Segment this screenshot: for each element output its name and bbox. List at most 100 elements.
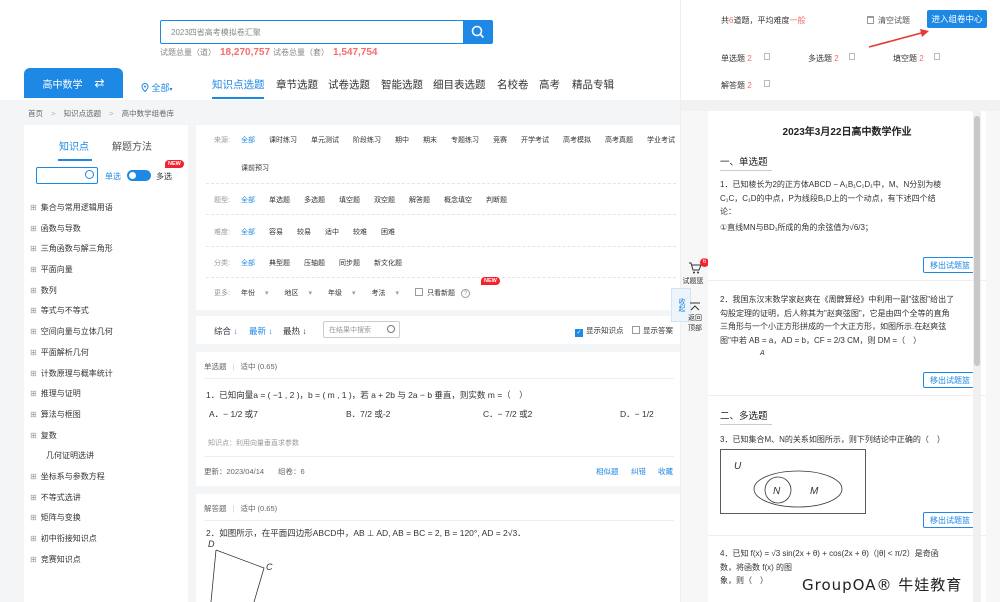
tree-item[interactable]: ⊞ 平面解析几何 — [30, 347, 113, 368]
filter-option-type[interactable]: 多选题 — [304, 195, 325, 205]
show-knowledge-checkbox[interactable]: ✓ 显示知识点 — [575, 325, 624, 337]
filter-option-category[interactable]: 典型题 — [269, 258, 290, 268]
tree-item[interactable]: ⊞ 三角函数与解三角形 — [30, 243, 113, 264]
favorite-link[interactable]: 收藏 — [658, 466, 673, 477]
select-mode-toggle[interactable] — [127, 170, 151, 181]
filter-dropdown[interactable]: 年级 — [328, 288, 342, 298]
filter-option-type[interactable]: 解答题 — [409, 195, 430, 205]
expand-plus-icon[interactable]: ⊞ — [30, 327, 37, 336]
filter-option-type[interactable]: 全部 — [241, 195, 255, 205]
new-only-checkbox[interactable]: 只看新题 — [415, 288, 455, 298]
assemble-center-button[interactable]: 进入组卷中心 — [927, 10, 987, 28]
filter-option-source[interactable]: 课时练习 — [269, 135, 297, 145]
filter-dropdown[interactable]: 考法 — [372, 288, 386, 298]
nav-paper[interactable]: 试卷选题 — [328, 77, 370, 92]
back-to-top-button[interactable]: 返回顶部 — [686, 302, 704, 334]
filter-option-difficulty[interactable]: 较易 — [297, 227, 311, 237]
search-input[interactable]: 2023四省高考模拟卷汇聚 — [160, 20, 463, 44]
filter-option-source[interactable]: 期中 — [395, 135, 409, 145]
tree-item[interactable]: ⊞ 空间向量与立体几何 — [30, 326, 113, 347]
expand-plus-icon[interactable]: ⊞ — [30, 513, 37, 522]
nav-chapter[interactable]: 章节选题 — [276, 77, 318, 92]
tree-item[interactable]: ⊞ 不等式选讲 — [30, 492, 113, 513]
tab-method[interactable]: 解题方法 — [112, 138, 152, 153]
sort-composite[interactable]: 综合 ↓ — [214, 325, 238, 337]
filter-option-difficulty[interactable]: 适中 — [325, 227, 339, 237]
expand-plus-icon[interactable]: ⊞ — [30, 534, 37, 543]
tree-item[interactable]: 几何证明选讲 — [30, 450, 113, 471]
filter-option-difficulty[interactable]: 困难 — [381, 227, 395, 237]
filter-option-type[interactable]: 双空题 — [374, 195, 395, 205]
nav-knowledge[interactable]: 知识点选题 — [212, 77, 265, 92]
scrollbar[interactable] — [973, 111, 981, 602]
filter-option-category[interactable]: 全部 — [241, 258, 255, 268]
filter-option-source[interactable]: 学业考试 — [647, 135, 675, 145]
tree-item[interactable]: ⊞ 算法与框图 — [30, 409, 113, 430]
tree-item[interactable]: ⊞ 初中衔接知识点 — [30, 533, 113, 554]
filter-option-source[interactable]: 单元测试 — [311, 135, 339, 145]
expand-plus-icon[interactable]: ⊞ — [30, 224, 37, 233]
filter-option-difficulty[interactable]: 容易 — [269, 227, 283, 237]
filter-option-source[interactable]: 高考真题 — [605, 135, 633, 145]
filter-option-type[interactable]: 单选题 — [269, 195, 290, 205]
expand-plus-icon[interactable]: ⊞ — [30, 348, 37, 357]
location-select[interactable]: 全部▾ — [141, 81, 173, 94]
filter-dropdown[interactable]: 年份 — [241, 288, 255, 298]
expand-plus-icon[interactable]: ⊞ — [30, 431, 37, 440]
tree-item[interactable]: ⊞ 竞赛知识点 — [30, 554, 113, 575]
cart-button[interactable]: 6 试题篮 — [683, 258, 709, 286]
tree-item[interactable]: ⊞ 集合与常用逻辑用语 — [30, 202, 113, 223]
report-link[interactable]: 纠错 — [631, 466, 646, 477]
filter-option-category[interactable]: 新文化题 — [374, 258, 402, 268]
nav-gaokao[interactable]: 高考 — [539, 77, 560, 92]
filter-option-source[interactable]: 竞赛 — [493, 135, 507, 145]
tree-item[interactable]: ⊞ 计数原理与概率统计 — [30, 368, 113, 389]
filter-option-category[interactable]: 同步题 — [339, 258, 360, 268]
result-search-input[interactable]: 在结果中搜索 — [323, 321, 400, 338]
help-icon[interactable]: ? — [461, 289, 471, 298]
similar-link[interactable]: 相似题 — [596, 466, 619, 477]
expand-plus-icon[interactable]: ⊞ — [30, 244, 37, 253]
expand-plus-icon[interactable]: ⊞ — [30, 410, 37, 419]
tree-item[interactable]: ⊞ 等式与不等式 — [30, 305, 113, 326]
expand-plus-icon[interactable]: ⊞ — [30, 555, 37, 564]
expand-plus-icon[interactable]: ⊞ — [30, 472, 37, 481]
filter-option-type[interactable]: 判断题 — [486, 195, 507, 205]
tree-item[interactable]: ⊞ 复数 — [30, 430, 113, 451]
crumb-knowledge[interactable]: 知识点选题 — [64, 109, 102, 118]
sort-newest[interactable]: 最新 ↓ — [249, 325, 273, 337]
tree-item[interactable]: ⊞ 平面向量 — [30, 264, 113, 285]
filter-option-source[interactable]: 期末 — [423, 135, 437, 145]
filter-option-source[interactable]: 阶段练习 — [353, 135, 381, 145]
sort-hottest[interactable]: 最热 ↓ — [283, 325, 307, 337]
search-button[interactable] — [463, 20, 493, 44]
trash-icon[interactable] — [934, 53, 940, 60]
remove-from-cart-button[interactable]: 移出试题篮 — [923, 257, 977, 273]
filter-option-source[interactable]: 专题练习 — [451, 135, 479, 145]
expand-plus-icon[interactable]: ⊞ — [30, 389, 37, 398]
grade-switch-button[interactable]: 高中数学 ⇄ — [24, 68, 123, 98]
expand-plus-icon[interactable]: ⊞ — [30, 203, 37, 212]
filter-dropdown[interactable]: 地区 — [285, 288, 299, 298]
nav-smart[interactable]: 智能选题 — [381, 77, 423, 92]
clear-button[interactable]: 清空试题 — [867, 15, 910, 26]
remove-from-cart-button[interactable]: 移出试题篮 — [923, 372, 977, 388]
tree-item[interactable]: ⊞ 矩阵与变换 — [30, 512, 113, 533]
trash-icon[interactable] — [764, 80, 770, 87]
filter-option-source[interactable]: 开学考试 — [521, 135, 549, 145]
tree-item[interactable]: ⊞ 坐标系与参数方程 — [30, 471, 113, 492]
expand-plus-icon[interactable]: ⊞ — [30, 369, 37, 378]
filter-option-source[interactable]: 全部 — [241, 135, 255, 145]
filter-option-category[interactable]: 压轴题 — [304, 258, 325, 268]
tree-item[interactable]: ⊞ 数列 — [30, 285, 113, 306]
knowledge-search-input[interactable] — [36, 167, 98, 184]
scrollbar-thumb[interactable] — [974, 116, 980, 366]
filter-option-source[interactable]: 课前预习 — [241, 163, 269, 173]
tree-item[interactable]: ⊞ 推理与证明 — [30, 388, 113, 409]
filter-option-difficulty[interactable]: 全部 — [241, 227, 255, 237]
expand-plus-icon[interactable]: ⊞ — [30, 493, 37, 502]
trash-icon[interactable] — [764, 53, 770, 60]
filter-option-type[interactable]: 概念填空 — [444, 195, 472, 205]
tree-item[interactable]: ⊞ 函数与导数 — [30, 223, 113, 244]
expand-plus-icon[interactable]: ⊞ — [30, 265, 37, 274]
